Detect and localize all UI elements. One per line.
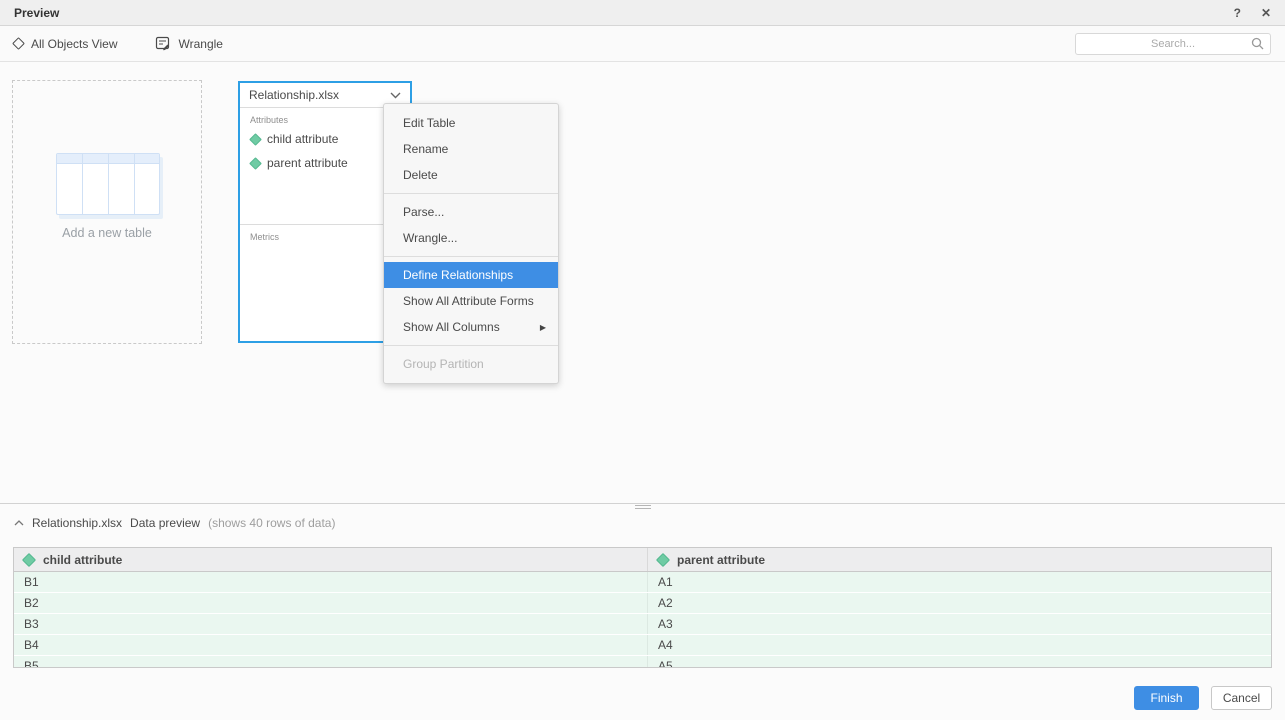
table-row: B2A2 (14, 593, 1271, 614)
column-header-parent-attribute[interactable]: parent attribute (648, 548, 1271, 571)
table-cell: B2 (14, 593, 648, 613)
menu-item-edit-table[interactable]: Edit Table (384, 110, 558, 136)
attribute-item-label: parent attribute (267, 156, 348, 170)
attribute-diamond-icon (249, 157, 262, 170)
table-cell: A4 (648, 635, 1271, 655)
table-cell: A5 (648, 656, 1271, 668)
table-cell: B3 (14, 614, 648, 634)
menu-item-group-partition: Group Partition (384, 351, 558, 377)
column-header-child-attribute[interactable]: child attribute (14, 548, 648, 571)
table-card-title: Relationship.xlsx (249, 88, 390, 102)
menu-separator (384, 193, 558, 194)
attribute-diamond-icon (249, 133, 262, 146)
menu-separator (384, 256, 558, 257)
menu-item-label: Define Relationships (403, 268, 546, 282)
wrangle-icon (155, 36, 170, 51)
menu-separator (384, 345, 558, 346)
table-cell: B4 (14, 635, 648, 655)
attribute-item-label: child attribute (267, 132, 338, 146)
data-preview-table: child attribute parent attribute B1A1B2A… (13, 547, 1272, 668)
menu-item-show-all-columns[interactable]: Show All Columns▶ (384, 314, 558, 340)
menu-item-define-relationships[interactable]: Define Relationships (384, 262, 558, 288)
close-icon[interactable]: ✕ (1261, 7, 1271, 19)
search-box (1075, 33, 1271, 55)
all-objects-view-button[interactable]: All Objects View (14, 37, 117, 51)
add-table-label: Add a new table (13, 226, 201, 240)
column-header-label: parent attribute (677, 553, 765, 567)
preview-note: (shows 40 rows of data) (208, 516, 335, 530)
splitter-divider (0, 503, 1285, 504)
window-title: Preview (14, 6, 59, 20)
add-table-icon (56, 153, 160, 215)
table-row: B1A1 (14, 572, 1271, 593)
titlebar: Preview ? ✕ (0, 0, 1285, 26)
wrangle-label: Wrangle (178, 37, 222, 51)
menu-item-parse[interactable]: Parse... (384, 199, 558, 225)
menu-item-label: Delete (403, 168, 546, 182)
splitter-drag-handle[interactable] (635, 505, 651, 511)
menu-item-label: Edit Table (403, 116, 546, 130)
table-row: B5A5 (14, 656, 1271, 668)
cancel-button[interactable]: Cancel (1211, 686, 1272, 710)
wrangle-button[interactable]: Wrangle (155, 36, 222, 51)
table-body: B1A1B2A2B3A3B4A4B5A5 (14, 572, 1271, 668)
context-menu: Edit Table Rename Delete Parse... Wrangle...… (383, 103, 559, 384)
menu-item-rename[interactable]: Rename (384, 136, 558, 162)
menu-item-label: Parse... (403, 205, 546, 219)
table-cell: A2 (648, 593, 1271, 613)
search-input[interactable] (1075, 33, 1271, 55)
collapse-chevron-up-icon[interactable] (14, 520, 24, 526)
chevron-down-icon[interactable] (390, 92, 401, 99)
add-table-card[interactable]: Add a new table (12, 80, 202, 344)
table-header-row: child attribute parent attribute (14, 548, 1271, 572)
data-preview-header: Relationship.xlsx Data preview (shows 40… (14, 516, 335, 530)
search-icon[interactable] (1251, 37, 1264, 50)
table-cell: A1 (648, 572, 1271, 592)
menu-item-label: Show All Columns (403, 320, 540, 334)
toolbar: All Objects View Wrangle (0, 26, 1285, 62)
submenu-arrow-icon: ▶ (540, 323, 546, 332)
menu-item-wrangle[interactable]: Wrangle... (384, 225, 558, 251)
preview-file-name: Relationship.xlsx (32, 516, 122, 530)
menu-item-show-all-attribute-forms[interactable]: Show All Attribute Forms (384, 288, 558, 314)
preview-title: Data preview (130, 516, 200, 530)
attribute-diamond-icon (22, 552, 36, 566)
menu-item-label: Wrangle... (403, 231, 546, 245)
all-objects-view-label: All Objects View (31, 37, 117, 51)
menu-item-delete[interactable]: Delete (384, 162, 558, 188)
table-row: B4A4 (14, 635, 1271, 656)
menu-item-label: Show All Attribute Forms (403, 294, 546, 308)
table-row: B3A3 (14, 614, 1271, 635)
column-header-label: child attribute (43, 553, 122, 567)
help-icon[interactable]: ? (1234, 7, 1241, 19)
menu-item-label: Rename (403, 142, 546, 156)
diamond-outline-icon (12, 37, 25, 50)
finish-button[interactable]: Finish (1134, 686, 1199, 710)
table-cell: B5 (14, 656, 648, 668)
menu-item-label: Group Partition (403, 357, 546, 371)
table-cell: B1 (14, 572, 648, 592)
table-cell: A3 (648, 614, 1271, 634)
attribute-diamond-icon (656, 552, 670, 566)
